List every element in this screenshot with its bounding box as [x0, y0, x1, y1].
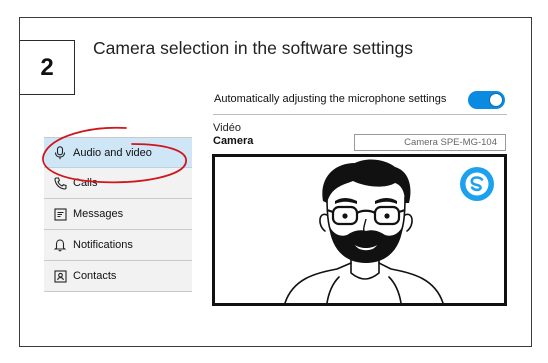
- video-section-label: Vidéo: [213, 122, 241, 134]
- menu-item-label: Calls: [73, 177, 98, 189]
- step-number: 2: [20, 40, 75, 95]
- microphone-icon: [53, 145, 67, 160]
- message-icon: [53, 207, 67, 221]
- settings-menu: Audio and video Calls Messages Notificat…: [44, 137, 192, 292]
- page-title: Camera selection in the software setting…: [93, 38, 414, 58]
- menu-item-notifications[interactable]: Notifications: [44, 230, 192, 261]
- camera-preview: [212, 154, 507, 306]
- menu-item-messages[interactable]: Messages: [44, 199, 192, 230]
- microphone-setting-row: Automatically adjusting the microphone s…: [213, 89, 507, 115]
- menu-item-audio-video[interactable]: Audio and video: [44, 137, 192, 168]
- menu-item-label: Messages: [73, 208, 124, 220]
- menu-item-contacts[interactable]: Contacts: [44, 261, 192, 292]
- contact-card-icon: [53, 269, 67, 283]
- menu-item-label: Notifications: [73, 239, 133, 251]
- microphone-setting-label: Automatically adjusting the microphone s…: [214, 93, 447, 105]
- instruction-frame: 2 Camera selection in the software setti…: [19, 17, 532, 347]
- skype-logo-icon: [460, 167, 494, 201]
- menu-item-label: Audio and video: [73, 146, 152, 159]
- phone-icon: [53, 176, 67, 190]
- menu-item-calls[interactable]: Calls: [44, 168, 192, 199]
- toggle-knob: [489, 93, 503, 107]
- menu-item-label: Contacts: [73, 270, 117, 282]
- camera-label: Camera: [213, 135, 254, 147]
- microphone-auto-toggle[interactable]: [468, 91, 505, 109]
- camera-select[interactable]: Camera SPE-MG-104: [354, 134, 506, 151]
- bell-icon: [53, 238, 67, 252]
